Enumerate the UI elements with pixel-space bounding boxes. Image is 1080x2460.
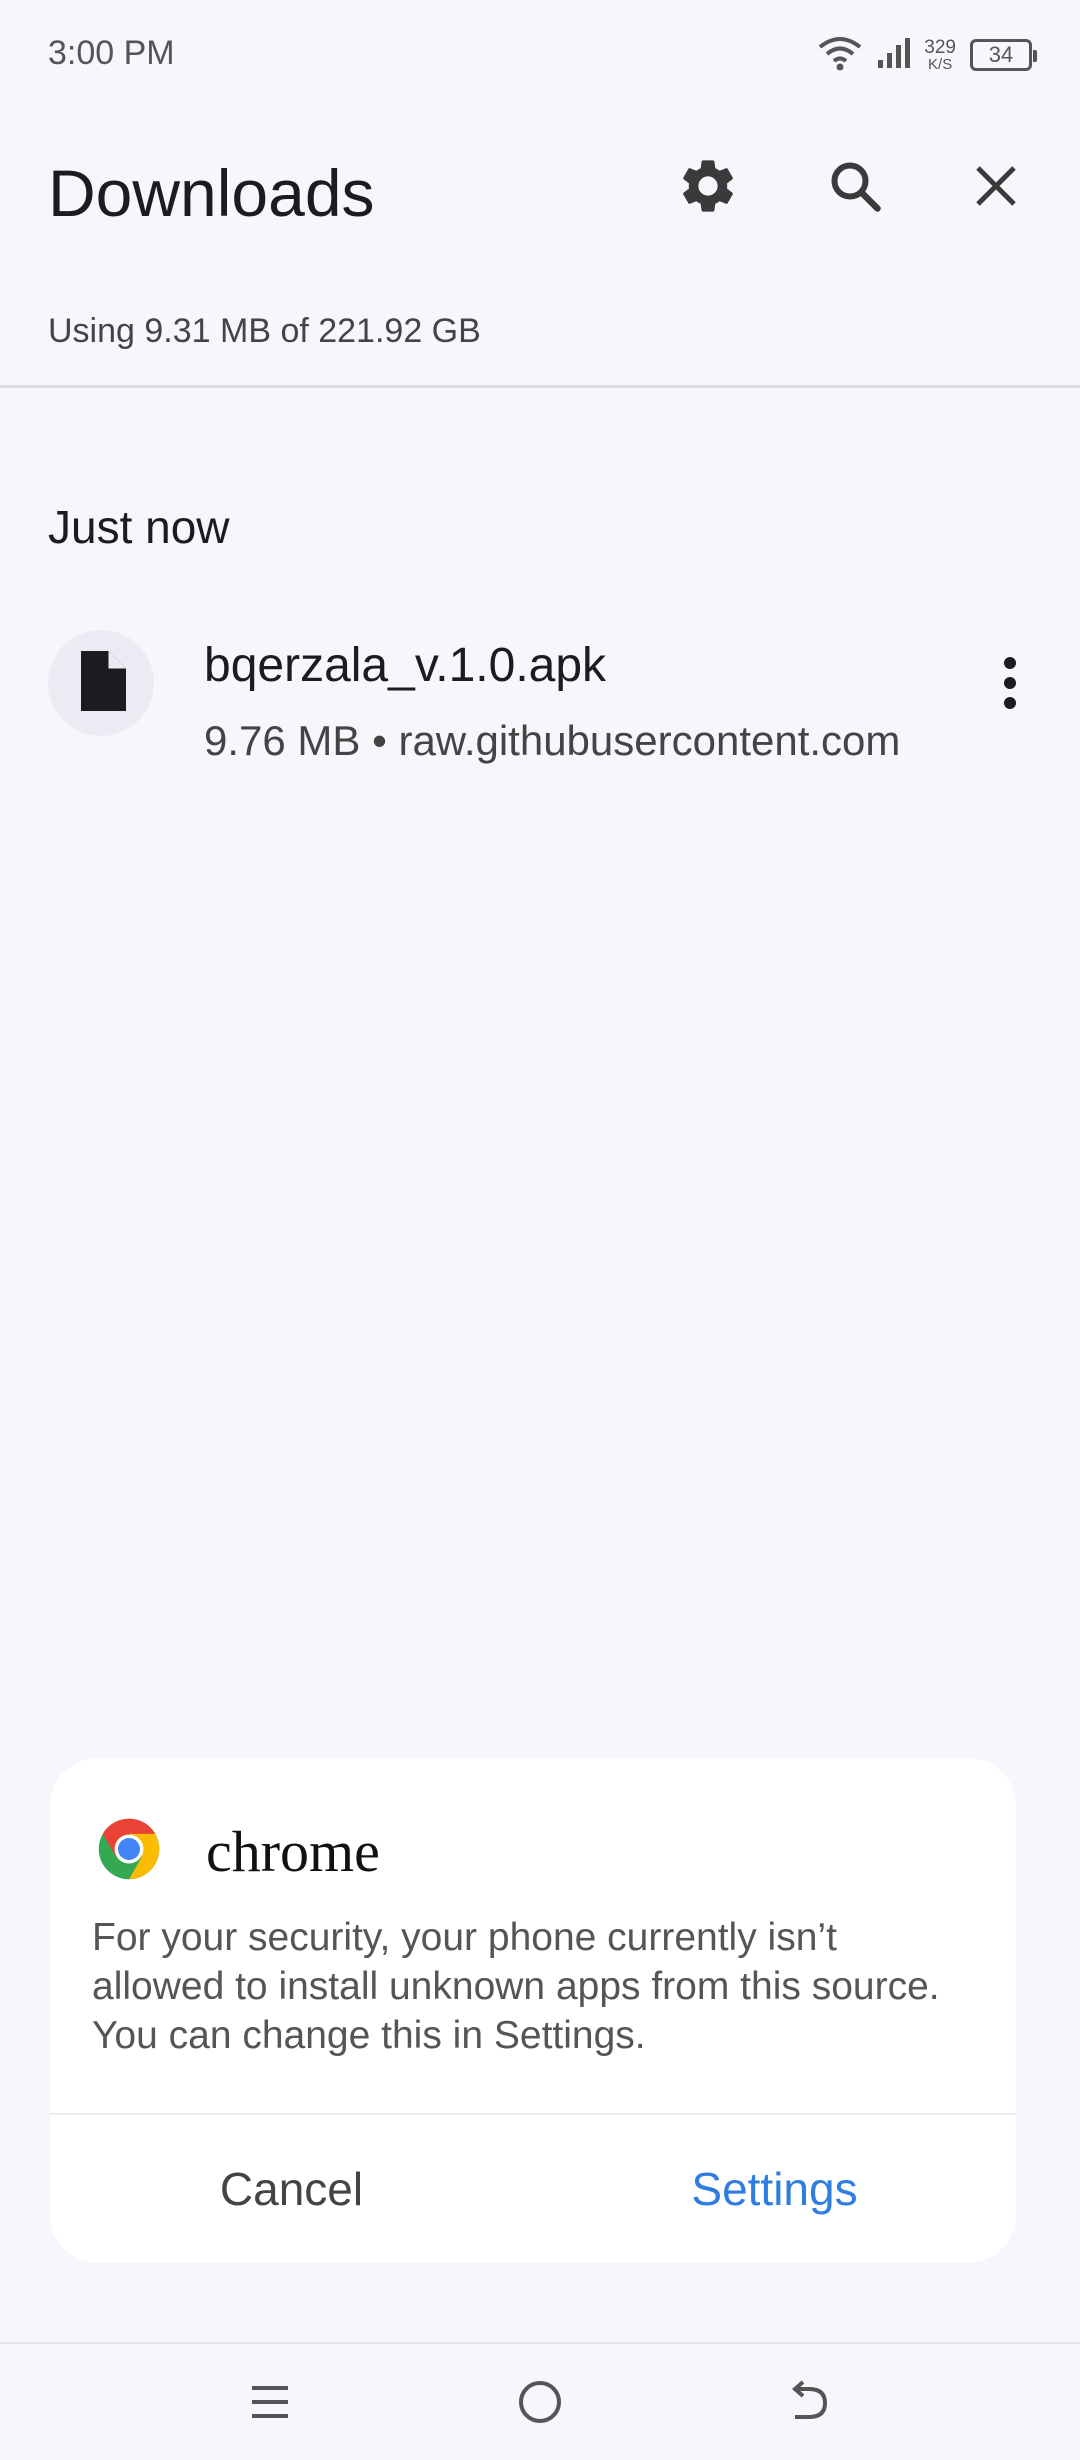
status-icons: 329 K/S 34: [818, 30, 1037, 80]
cancel-button[interactable]: Cancel: [50, 2115, 533, 2263]
file-thumbnail: [48, 630, 154, 736]
close-button[interactable]: [956, 148, 1036, 228]
open-settings-button[interactable]: Settings: [533, 2115, 1016, 2263]
home-button[interactable]: [505, 2369, 575, 2439]
dialog-message: For your security, your phone currently …: [92, 1916, 940, 2057]
settings-button[interactable]: [668, 148, 748, 228]
network-speed: 329 K/S: [924, 38, 956, 72]
system-nav-bar: [0, 2344, 1080, 2460]
signal-icon: [876, 36, 911, 75]
search-icon: [825, 156, 885, 221]
status-bar: 3:00 PM 329 K/S 34: [0, 0, 1080, 110]
back-button[interactable]: [775, 2369, 845, 2439]
section-label: Just now: [48, 501, 230, 553]
close-icon: [969, 159, 1023, 218]
file-icon: [76, 650, 126, 716]
recents-button[interactable]: [235, 2369, 305, 2439]
battery-level: 34: [988, 42, 1014, 67]
file-name: bqerzala_v.1.0.apk: [204, 639, 607, 692]
status-time: 3:00 PM: [48, 34, 175, 72]
more-options-button[interactable]: [980, 650, 1040, 720]
dialog-header: chrome: [96, 1816, 380, 1886]
chrome-logo-icon: [96, 1816, 162, 1887]
gear-icon: [676, 154, 740, 223]
more-vert-icon: [1002, 655, 1018, 716]
network-speed-value: 329: [924, 37, 956, 58]
header-divider: [0, 385, 1080, 388]
wifi-icon: [818, 35, 862, 76]
network-speed-unit: K/S: [928, 56, 953, 73]
back-icon: [787, 2379, 833, 2430]
page-title: Downloads: [48, 156, 375, 230]
search-button[interactable]: [815, 148, 895, 228]
file-meta: 9.76 MB • raw.githubusercontent.com: [204, 717, 901, 764]
dialog-app-name: chrome: [206, 1818, 380, 1884]
install-blocked-dialog: chrome For your security, your phone cur…: [50, 1758, 1016, 2263]
home-circle-icon: [517, 2379, 563, 2430]
storage-info: Using 9.31 MB of 221.92 GB: [48, 312, 481, 350]
menu-icon: [248, 2380, 292, 2429]
battery-icon: 34: [970, 39, 1037, 71]
download-item[interactable]: bqerzala_v.1.0.apk 9.76 MB • raw.githubu…: [0, 610, 1080, 780]
